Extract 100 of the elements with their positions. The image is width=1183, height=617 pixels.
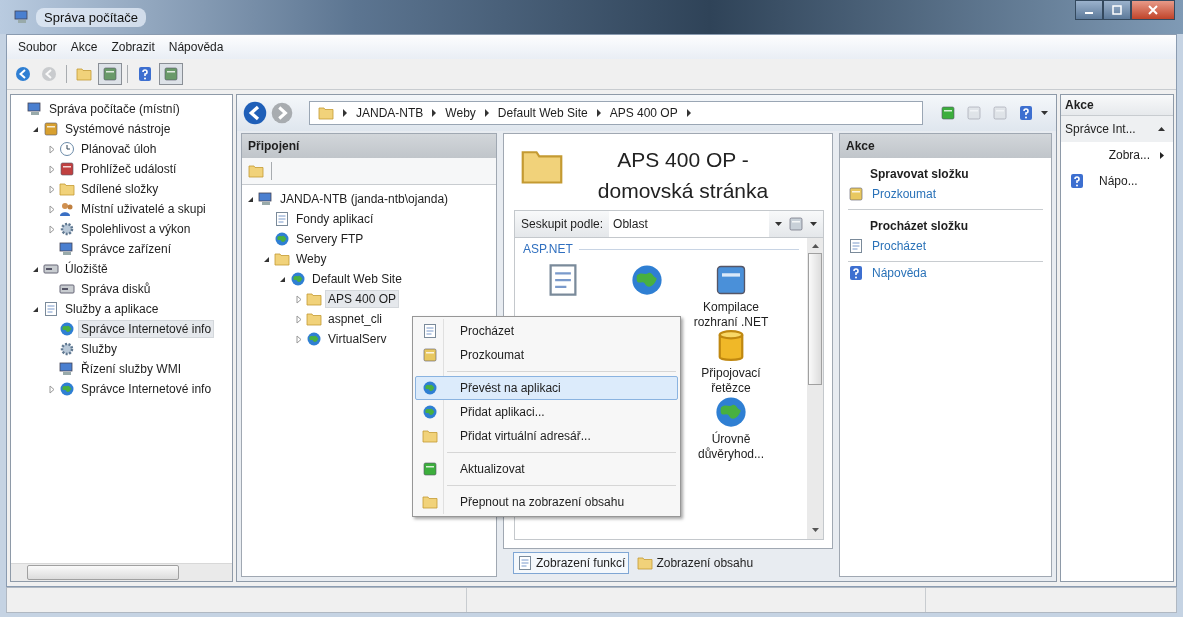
close-button[interactable] [1131,0,1175,20]
view-tab[interactable]: Zobrazení obsahu [633,552,758,574]
menu-item[interactable]: Zobrazit [104,40,162,54]
dropdown-icon[interactable] [1041,110,1048,116]
tree-item[interactable]: VirtualServ [325,330,390,348]
menu-item[interactable]: Přidat aplikaci... [415,400,678,424]
minimize-button[interactable] [1075,0,1103,20]
tree-item[interactable]: JANDA-NTB (janda-ntb\ojanda) [277,190,452,208]
tree-item[interactable]: Servery FTP [293,230,367,248]
breadcrumb-item[interactable]: Default Web Site [497,106,588,120]
pane-header: Akce [840,134,1051,158]
storage-icon [43,261,59,277]
back-icon[interactable] [243,101,267,125]
menu-item[interactable]: Procházet [415,319,678,343]
close-icon [1148,5,1158,15]
toolbar-button[interactable] [159,63,183,85]
vertical-scrollbar[interactable] [807,238,823,539]
maximize-button[interactable] [1103,0,1131,20]
tree-item[interactable]: Správce Internetové info [78,380,215,398]
tree-item[interactable]: APS 400 OP [325,290,400,308]
menu-item[interactable]: Prozkoumat [415,343,678,367]
tree-item[interactable]: Sdílené složky [78,180,162,198]
feature-label[interactable]: Připojovací řetězce [691,366,771,396]
forward-icon [41,66,57,82]
menu-item[interactable]: Přidat virtuální adresář... [415,424,678,448]
tree-item[interactable]: Systémové nástroje [62,120,174,138]
expand-arrow-icon[interactable] [294,294,303,304]
dropdown-icon[interactable] [810,221,817,227]
action-item[interactable]: Nápo... [1099,174,1138,188]
tree-item[interactable]: Spolehlivost a výkon [78,220,194,238]
expand-arrow-icon[interactable] [47,184,56,194]
tree-item[interactable]: Plánovač úloh [78,140,160,158]
clock-icon [59,141,75,157]
menu-item[interactable]: Aktualizovat [415,457,678,481]
tree-item[interactable]: aspnet_cli [325,310,386,328]
feature-label[interactable]: Kompilace rozhraní .NET [691,300,771,330]
feature-label[interactable]: Úrovně důvěryhod... [691,432,771,462]
users-icon [59,201,75,217]
globe-icon [629,262,665,298]
expand-arrow-icon[interactable] [47,144,56,154]
minimize-icon [1085,12,1093,14]
maximize-icon [1112,5,1122,15]
action-group-heading: Procházet složku [869,218,970,235]
menu-item[interactable]: Přepnout na zobrazení obsahu [415,490,678,514]
breadcrumb-item[interactable]: JANDA-NTB [356,106,424,120]
gear-icon [59,341,75,357]
horizontal-scrollbar[interactable] [11,563,232,581]
expand-arrow-icon[interactable] [294,314,303,324]
scroll-up-icon[interactable] [811,244,819,249]
group-by-dropdown[interactable]: Oblast [609,211,769,237]
shared-folder-icon [59,181,75,197]
collapse-icon[interactable] [1158,126,1165,132]
tree-item[interactable]: Správa počítače (místní) [46,100,183,118]
tree-item[interactable]: Správce Internetové info [78,320,215,338]
sites-folder-icon [274,251,290,267]
chevron-icon [431,109,438,117]
tree-item[interactable]: Správa disků [78,280,154,298]
view-tab[interactable]: Zobrazení funkcí [513,552,630,574]
action-item[interactable]: Zobra... [1108,148,1150,162]
folder-icon [306,311,322,327]
tree-item[interactable]: Default Web Site [309,270,405,288]
expand-arrow-icon[interactable] [47,224,56,234]
menu-item[interactable]: Akce [63,40,105,54]
menu-item[interactable]: Soubor [11,40,64,54]
tree-item[interactable]: Úložiště [62,260,111,278]
window-title: Správa počítače [36,7,146,27]
tree-item[interactable]: Služby [78,340,121,358]
breadcrumb-item[interactable]: APS 400 OP [609,106,678,120]
expand-arrow-icon[interactable] [47,384,56,394]
breadcrumb-item[interactable]: Weby [445,106,476,120]
folder-up-icon [76,66,92,82]
tree-item[interactable]: Weby [293,250,330,268]
tree-item[interactable]: Správce zařízení [78,240,175,258]
group-by-label: Seskupit podle: [521,217,604,231]
action-link[interactable]: Prozkoumat [872,187,937,201]
back-icon [15,66,31,82]
tree-item[interactable]: Místní uživatelé a skupi [78,200,209,218]
folder-icon [306,291,322,307]
tree-item[interactable]: Prohlížeč událostí [78,160,180,178]
folder-icon [318,105,334,121]
action-link[interactable]: Procházet [872,239,927,253]
tree-item[interactable]: Fondy aplikací [293,210,377,228]
tree-item[interactable]: Řízení služby WMI [78,360,185,378]
dropdown-icon[interactable] [775,221,782,227]
help-icon [137,66,153,82]
menu-item[interactable]: Převést na aplikaci [415,376,678,400]
address-bar[interactable]: JANDA-NTB Weby Default Web Site APS 400 OP [309,101,923,125]
tree-item[interactable]: Služby a aplikace [62,300,162,318]
toolbar-button[interactable] [98,63,122,85]
scroll-down-icon[interactable] [811,528,819,533]
pane-header: Akce [1061,95,1173,116]
menu-item[interactable]: Nápověda [161,40,231,54]
chevron-icon [342,109,348,117]
group-heading: ASP.NET [523,242,573,256]
page-heading: APS 400 OP - domovská stránka [596,147,770,204]
expand-arrow-icon[interactable] [294,334,303,344]
computer-icon [27,101,43,117]
expand-arrow-icon[interactable] [47,164,56,174]
expand-arrow-icon[interactable] [47,204,56,214]
action-link[interactable]: Nápověda [872,266,927,280]
